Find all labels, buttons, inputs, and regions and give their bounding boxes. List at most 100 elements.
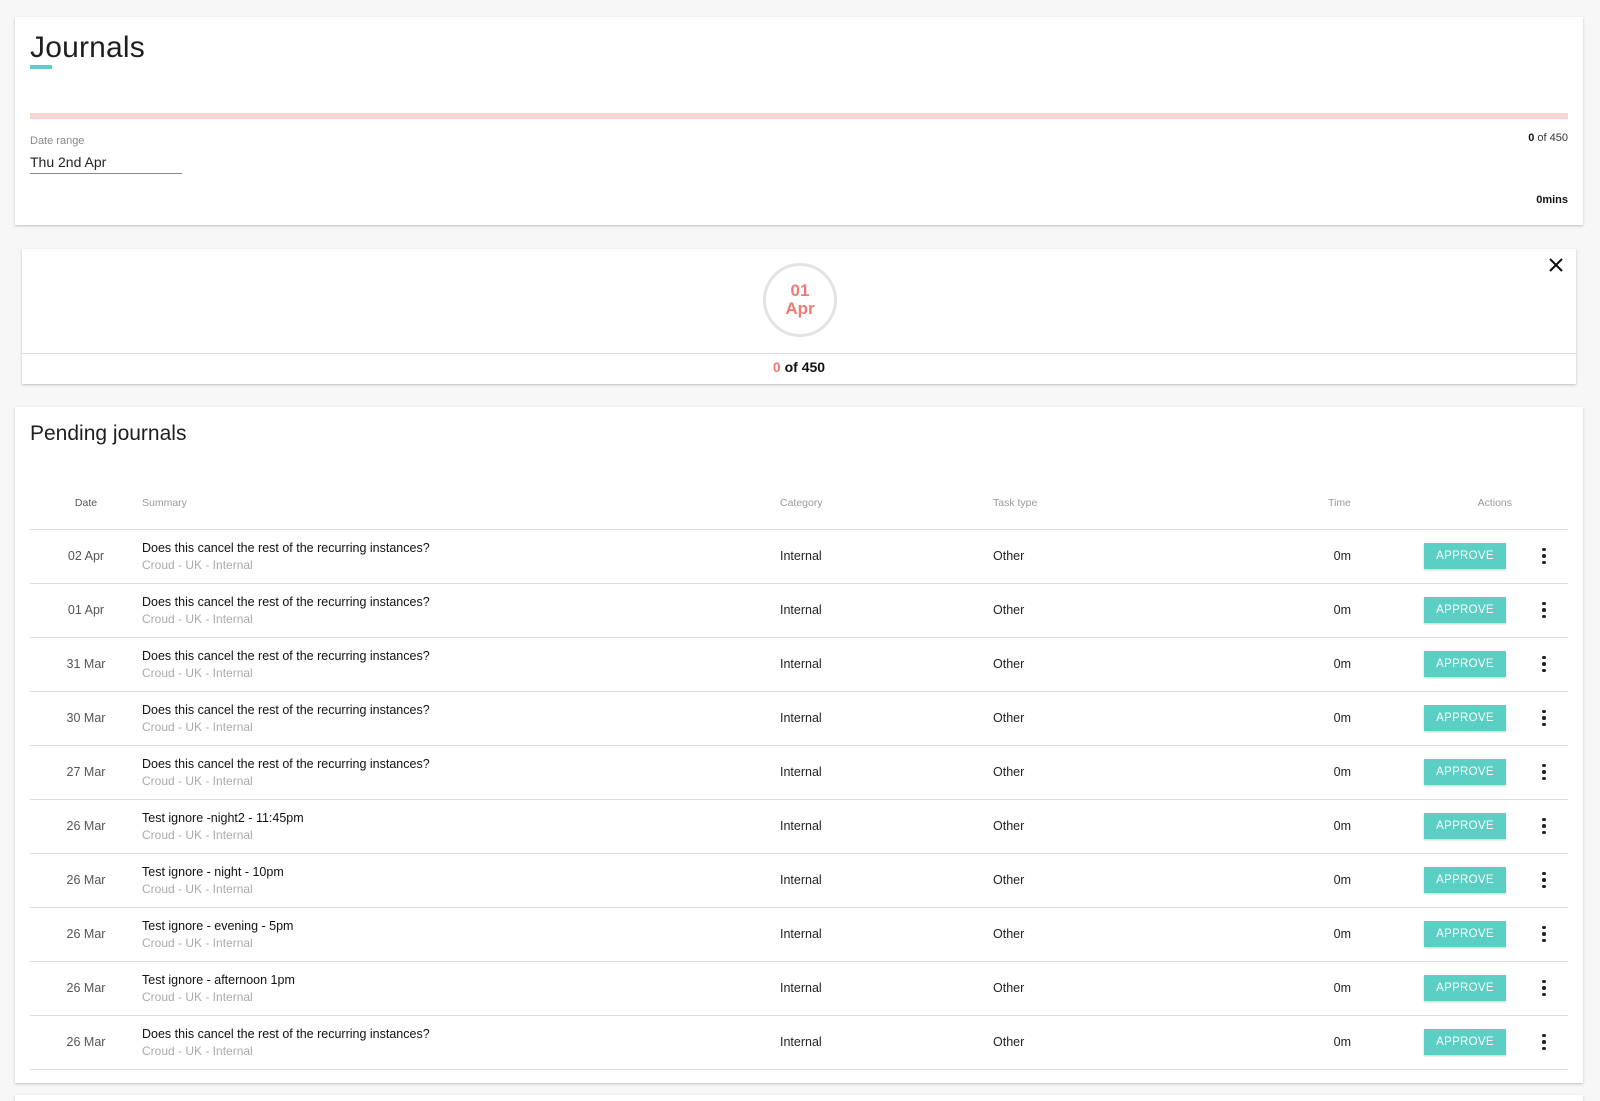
row-actions: APPROVE xyxy=(1355,637,1568,692)
row-summary-client: Croud - UK - Internal xyxy=(142,665,253,680)
table-row[interactable]: 26 Mar Does this cancel the rest of the r… xyxy=(30,1015,1568,1070)
row-category: Internal xyxy=(780,745,993,800)
row-actions-group: APPROVE xyxy=(1355,543,1568,569)
more-vert-icon[interactable] xyxy=(1526,705,1562,731)
table-row[interactable]: 02 Apr Does this cancel the rest of the r… xyxy=(30,529,1568,584)
row-actions-group: APPROVE xyxy=(1355,597,1568,623)
row-summary-client: Croud - UK - Internal xyxy=(142,881,253,896)
row-category: Internal xyxy=(780,961,993,1016)
date-range-input[interactable] xyxy=(30,150,182,174)
more-vert-icon[interactable] xyxy=(1526,1029,1562,1055)
row-summary-title: Does this cancel the rest of the recurri… xyxy=(142,1026,430,1041)
day-summary-card: 01 Apr 0 of 450 xyxy=(22,249,1576,384)
table-header-row: Date Summary Category Task type Time Act… xyxy=(30,477,1568,530)
journals-header-card: Journals Date range 0 of 450 0mins xyxy=(15,17,1583,225)
journal-count-total: of 450 xyxy=(1534,132,1568,144)
row-time: 0m xyxy=(1217,961,1355,1016)
more-vert-icon[interactable] xyxy=(1526,921,1562,947)
day-badge-day: 01 xyxy=(790,281,810,300)
column-header-category[interactable]: Category xyxy=(780,477,993,530)
approve-button[interactable]: APPROVE xyxy=(1424,597,1506,623)
row-actions: APPROVE xyxy=(1355,529,1568,584)
day-journal-count: 0 of 450 xyxy=(22,359,1576,375)
row-summary[interactable]: Test ignore -night2 - 11:45pm Croud - UK … xyxy=(142,799,780,854)
row-date: 30 Mar xyxy=(30,691,142,746)
row-time: 0m xyxy=(1217,907,1355,962)
row-task-type: Other xyxy=(993,583,1217,638)
row-summary[interactable]: Test ignore - night - 10pm Croud - UK - I… xyxy=(142,853,780,908)
row-summary-title: Test ignore - evening - 5pm xyxy=(142,918,294,933)
row-task-type: Other xyxy=(993,907,1217,962)
row-actions-group: APPROVE xyxy=(1355,651,1568,677)
row-actions: APPROVE xyxy=(1355,907,1568,962)
row-category: Internal xyxy=(780,691,993,746)
row-time: 0m xyxy=(1217,745,1355,800)
row-time: 0m xyxy=(1217,799,1355,854)
approve-button[interactable]: APPROVE xyxy=(1424,975,1506,1001)
column-header-date[interactable]: Date xyxy=(30,477,142,530)
row-summary[interactable]: Test ignore - evening - 5pm Croud - UK - … xyxy=(142,907,780,962)
row-date: 31 Mar xyxy=(30,637,142,692)
table-row[interactable]: 26 Mar Test ignore - night - 10pm Croud - … xyxy=(30,853,1568,908)
more-vert-icon[interactable] xyxy=(1526,543,1562,569)
column-header-summary[interactable]: Summary xyxy=(142,477,780,530)
more-vert-icon[interactable] xyxy=(1526,867,1562,893)
table-row[interactable]: 26 Mar Test ignore - afternoon 1pm Croud -… xyxy=(30,961,1568,1016)
approve-button[interactable]: APPROVE xyxy=(1424,867,1506,893)
table-row[interactable]: 30 Mar Does this cancel the rest of the r… xyxy=(30,691,1568,746)
column-header-time[interactable]: Time xyxy=(1217,477,1355,530)
table-row[interactable]: 26 Mar Test ignore -night2 - 11:45pm Croud… xyxy=(30,799,1568,854)
more-vert-icon[interactable] xyxy=(1526,813,1562,839)
approve-button[interactable]: APPROVE xyxy=(1424,651,1506,677)
row-time: 0m xyxy=(1217,529,1355,584)
row-actions-group: APPROVE xyxy=(1355,705,1568,731)
approve-button[interactable]: APPROVE xyxy=(1424,1029,1506,1055)
row-summary-client: Croud - UK - Internal xyxy=(142,989,253,1004)
table-row[interactable]: 31 Mar Does this cancel the rest of the r… xyxy=(30,637,1568,692)
journals-progress-bar xyxy=(30,113,1568,119)
row-date: 27 Mar xyxy=(30,745,142,800)
more-vert-icon[interactable] xyxy=(1526,651,1562,677)
row-category: Internal xyxy=(780,907,993,962)
row-task-type: Other xyxy=(993,853,1217,908)
row-summary[interactable]: Does this cancel the rest of the recurri… xyxy=(142,745,780,800)
row-actions-group: APPROVE xyxy=(1355,921,1568,947)
approve-button[interactable]: APPROVE xyxy=(1424,759,1506,785)
more-vert-icon[interactable] xyxy=(1526,597,1562,623)
approve-button[interactable]: APPROVE xyxy=(1424,543,1506,569)
row-summary[interactable]: Does this cancel the rest of the recurri… xyxy=(142,583,780,638)
row-summary-client: Croud - UK - Internal xyxy=(142,935,253,950)
table-row[interactable]: 01 Apr Does this cancel the rest of the r… xyxy=(30,583,1568,638)
column-header-actions: Actions xyxy=(1355,477,1568,530)
total-minutes: 0mins xyxy=(1536,194,1568,206)
row-summary-title: Does this cancel the rest of the recurri… xyxy=(142,702,430,717)
row-task-type: Other xyxy=(993,637,1217,692)
more-vert-icon[interactable] xyxy=(1526,975,1562,1001)
row-summary-title: Does this cancel the rest of the recurri… xyxy=(142,756,430,771)
row-summary[interactable]: Does this cancel the rest of the recurri… xyxy=(142,1015,780,1070)
table-row[interactable]: 27 Mar Does this cancel the rest of the r… xyxy=(30,745,1568,800)
approve-button[interactable]: APPROVE xyxy=(1424,705,1506,731)
title-underline xyxy=(30,65,52,69)
column-header-task-type[interactable]: Task type xyxy=(993,477,1217,530)
row-category: Internal xyxy=(780,1015,993,1070)
row-category: Internal xyxy=(780,799,993,854)
row-time: 0m xyxy=(1217,691,1355,746)
row-actions: APPROVE xyxy=(1355,1015,1568,1070)
row-date: 02 Apr xyxy=(30,529,142,584)
day-badge[interactable]: 01 Apr xyxy=(763,263,837,337)
more-vert-icon[interactable] xyxy=(1526,759,1562,785)
row-summary[interactable]: Does this cancel the rest of the recurri… xyxy=(142,529,780,584)
pending-journals-card: Pending journals Date Summary Category T… xyxy=(15,407,1583,1083)
row-task-type: Other xyxy=(993,1015,1217,1070)
close-icon[interactable] xyxy=(1546,255,1566,275)
row-summary[interactable]: Does this cancel the rest of the recurri… xyxy=(142,691,780,746)
row-actions: APPROVE xyxy=(1355,799,1568,854)
row-summary[interactable]: Does this cancel the rest of the recurri… xyxy=(142,637,780,692)
row-task-type: Other xyxy=(993,799,1217,854)
approve-button[interactable]: APPROVE xyxy=(1424,813,1506,839)
table-row[interactable]: 26 Mar Test ignore - evening - 5pm Croud -… xyxy=(30,907,1568,962)
row-summary[interactable]: Test ignore - afternoon 1pm Croud - UK - … xyxy=(142,961,780,1016)
row-summary-client: Croud - UK - Internal xyxy=(142,719,253,734)
approve-button[interactable]: APPROVE xyxy=(1424,921,1506,947)
